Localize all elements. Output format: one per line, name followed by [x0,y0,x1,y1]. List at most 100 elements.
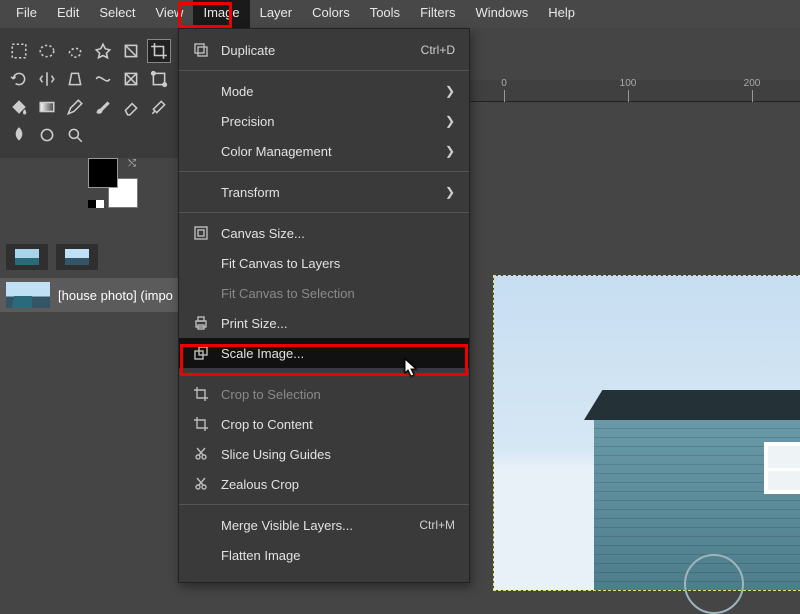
menu-item-zealous-crop[interactable]: Zealous Crop [179,469,469,499]
menu-item-precision[interactable]: Precision ❯ [179,106,469,136]
duplicate-icon [191,40,211,60]
mouse-cursor-icon [404,358,418,378]
image-canvas[interactable] [494,276,800,590]
menu-item-color-management[interactable]: Color Management ❯ [179,136,469,166]
zoom-tool[interactable] [64,124,86,146]
bucket-tool[interactable] [8,96,30,118]
menu-item-label: Color Management [221,144,445,159]
cage-tool[interactable] [120,68,142,90]
menu-item-label: Precision [221,114,445,129]
canvas-area[interactable] [470,102,800,588]
layer-list-item[interactable]: [house photo] (impo [0,278,178,312]
menu-colors[interactable]: Colors [302,0,360,28]
panel-tab-channels[interactable] [56,244,98,270]
gradient-tool[interactable] [36,96,58,118]
pencil-tool[interactable] [64,96,86,118]
toolbox [0,28,178,158]
menu-edit[interactable]: Edit [47,0,89,28]
menu-item-canvas-size[interactable]: Canvas Size... [179,218,469,248]
menu-item-flatten[interactable]: Flatten Image [179,540,469,570]
zealous-crop-icon [191,474,211,494]
image-menu-dropdown: Duplicate Ctrl+D Mode ❯ Precision ❯ Colo… [178,28,470,583]
menu-item-label: Transform [221,185,445,200]
ruler-tick-label: 0 [501,78,507,89]
menubar: File Edit Select View Image Layer Colors… [0,0,800,28]
menu-item-label: Print Size... [221,316,455,331]
menu-item-label: Fit Canvas to Selection [221,286,455,301]
warp-tool[interactable] [92,68,114,90]
house-window [764,442,800,494]
brush-tool[interactable] [92,96,114,118]
satellite-dish [684,554,744,614]
swap-colors-icon[interactable]: ⤭ [128,158,136,169]
unified-tool[interactable] [148,68,170,90]
menu-item-label: Crop to Content [221,417,455,432]
menu-item-label: Slice Using Guides [221,447,455,462]
menu-item-transform[interactable]: Transform ❯ [179,177,469,207]
menu-item-print-size[interactable]: Print Size... [179,308,469,338]
panel-tab-layers[interactable] [6,244,48,270]
menu-item-label: Crop to Selection [221,387,455,402]
menu-item-label: Fit Canvas to Layers [221,256,455,271]
crop-tool[interactable] [148,40,170,62]
menu-item-label: Canvas Size... [221,226,455,241]
submenu-arrow-icon: ❯ [445,114,455,128]
panel-tabs [6,244,98,270]
menu-item-crop-selection: Crop to Selection [179,379,469,409]
smudge-tool[interactable] [8,124,30,146]
fuzzy-select-tool[interactable] [92,40,114,62]
free-select-tool[interactable] [64,40,86,62]
scale-icon [191,343,211,363]
print-icon [191,313,211,333]
rotate-tool[interactable] [8,68,30,90]
menu-help[interactable]: Help [538,0,585,28]
menu-item-fit-canvas-selection: Fit Canvas to Selection [179,278,469,308]
dodge-tool[interactable] [36,124,58,146]
submenu-arrow-icon: ❯ [445,144,455,158]
crop-icon [191,384,211,404]
menu-view[interactable]: View [146,0,194,28]
menu-item-mode[interactable]: Mode ❯ [179,76,469,106]
layer-name-label: [house photo] (impo [58,288,173,303]
menu-select[interactable]: Select [89,0,145,28]
menu-item-duplicate[interactable]: Duplicate Ctrl+D [179,35,469,65]
ruler-tick-label: 100 [620,78,637,89]
slice-icon [191,444,211,464]
menu-item-label: Scale Image... [221,346,455,361]
menu-item-shortcut: Ctrl+D [421,43,455,57]
ruler-tick-label: 200 [744,78,761,89]
canvas-size-icon [191,223,211,243]
airbrush-tool[interactable] [148,96,170,118]
menu-image[interactable]: Image [193,0,249,28]
menu-item-label: Flatten Image [221,548,455,563]
menu-item-scale-image[interactable]: Scale Image... [179,338,469,368]
perspective-tool[interactable] [64,68,86,90]
menu-windows[interactable]: Windows [465,0,538,28]
menu-filters[interactable]: Filters [410,0,465,28]
submenu-arrow-icon: ❯ [445,185,455,199]
ellipse-select-tool[interactable] [36,40,58,62]
layer-thumbnail [6,282,50,308]
submenu-arrow-icon: ❯ [445,84,455,98]
color-select-tool[interactable] [120,40,142,62]
crop-icon [191,414,211,434]
menu-item-fit-canvas-layers[interactable]: Fit Canvas to Layers [179,248,469,278]
menu-item-label: Mode [221,84,445,99]
default-colors-icon[interactable] [88,200,104,208]
flip-tool[interactable] [36,68,58,90]
eraser-tool[interactable] [120,96,142,118]
menu-item-label: Zealous Crop [221,477,455,492]
menu-tools[interactable]: Tools [360,0,410,28]
menu-item-slice-guides[interactable]: Slice Using Guides [179,439,469,469]
menu-file[interactable]: File [6,0,47,28]
house-roof [584,390,800,420]
menu-item-crop-content[interactable]: Crop to Content [179,409,469,439]
color-swatches[interactable]: ⤭ [88,158,138,208]
menu-item-shortcut: Ctrl+M [419,518,455,532]
house-wall [594,420,800,590]
menu-layer[interactable]: Layer [250,0,303,28]
menu-item-merge-visible[interactable]: Merge Visible Layers... Ctrl+M [179,510,469,540]
fg-color-swatch[interactable] [88,158,118,188]
horizontal-ruler: 0 100 200 [470,80,800,102]
rect-select-tool[interactable] [8,40,30,62]
